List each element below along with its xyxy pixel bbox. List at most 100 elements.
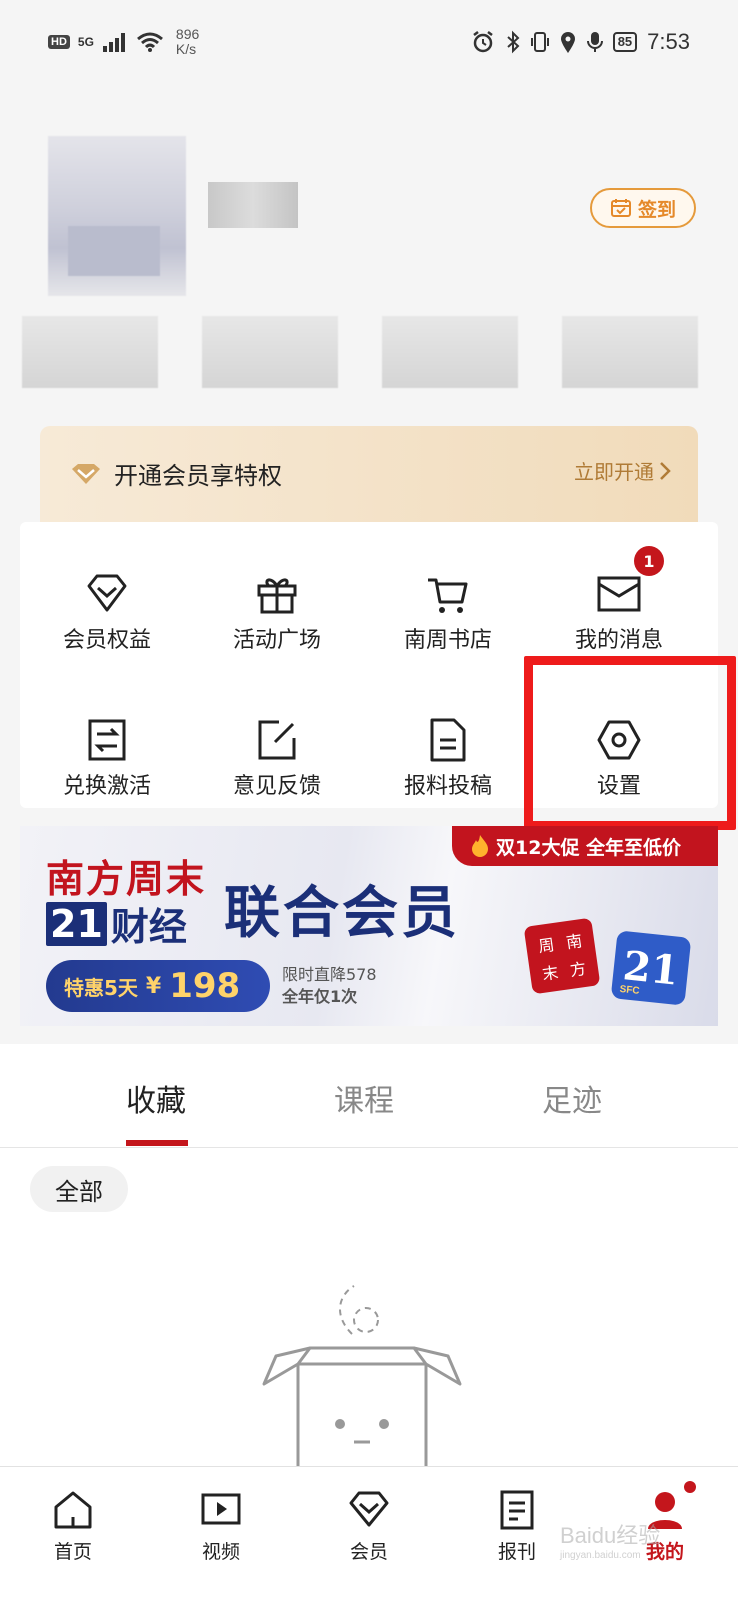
vip-activate-link[interactable]: 立即开通 (574, 456, 672, 485)
chevron-right-icon (660, 461, 671, 480)
exchange-icon (88, 719, 126, 761)
document-icon (430, 718, 466, 762)
avatar[interactable] (48, 136, 186, 296)
profile-notification-dot (684, 1481, 696, 1493)
price-label: 特惠5天 (64, 975, 138, 1000)
price-currency: ¥ (145, 973, 162, 999)
price-value: 198 (169, 966, 241, 1006)
shortcut-submit-tip[interactable]: 报料投稿 (361, 716, 535, 826)
username[interactable] (208, 182, 298, 228)
banner-promo-ribbon: 双12大促 全年至低价 (452, 826, 718, 866)
banner-price-pill: 特惠5天 ¥ 198 (46, 960, 270, 1012)
speed-unit: K/s (175, 41, 197, 57)
joint-membership-banner[interactable]: 双12大促 全年至低价 南方周末 21 财经 联合会员 特惠5天 ¥ 198 限… (20, 826, 718, 1026)
shortcut-label: 我的消息 (574, 628, 663, 653)
active-tab-indicator (126, 1140, 188, 1146)
content-tabs: 收藏 课程 足迹 (0, 1044, 738, 1148)
nav-video[interactable]: 视频 (176, 1489, 266, 1564)
shortcut-bookstore[interactable]: 南周书店 (361, 570, 535, 680)
shortcut-label: 兑换激活 (62, 774, 151, 799)
home-icon (54, 1491, 92, 1529)
diamond-icon (87, 574, 127, 612)
watermark: Baidu经验 jingyan.baidu.com (560, 1518, 660, 1561)
logo-char: 方 (568, 958, 588, 980)
video-icon (201, 1493, 241, 1525)
nav-label: 报刊 (497, 1541, 536, 1563)
nav-newspaper[interactable]: 报刊 (472, 1489, 562, 1564)
bluetooth-icon (507, 30, 520, 54)
shortcut-feedback[interactable]: 意见反馈 (190, 716, 364, 826)
nfzm-logo: 周 南 末 方 (523, 917, 601, 995)
nav-label: 视频 (201, 1541, 240, 1563)
shortcut-redeem[interactable]: 兑换激活 (20, 716, 194, 826)
watermark-sub: jingyan.baidu.com (560, 1550, 641, 1561)
hd-indicator: HD (48, 35, 70, 49)
watermark-main: Baidu经验 (560, 1523, 661, 1548)
stat-item[interactable] (22, 316, 158, 388)
stat-item[interactable] (382, 316, 518, 388)
profile-stats (22, 316, 698, 390)
banner-note: 限时直降578 全年仅1次 (282, 964, 377, 1008)
calendar-icon (610, 199, 631, 217)
checkin-label: 签到 (637, 198, 676, 221)
vip-promo-bar[interactable]: 开通会员享特权 立即开通 (40, 426, 698, 524)
network-type: 5G (77, 35, 94, 49)
nav-home[interactable]: 首页 (28, 1489, 118, 1564)
nav-label: 会员 (349, 1541, 388, 1563)
location-icon (560, 32, 575, 53)
mail-icon (597, 576, 641, 612)
checkin-button[interactable]: 签到 (590, 188, 696, 228)
clock: 7:53 (647, 29, 690, 54)
filter-chip-all[interactable]: 全部 (30, 1166, 128, 1212)
vip-diamond-icon (72, 463, 100, 484)
vip-promo-left: 开通会员享特权 (70, 456, 282, 491)
stat-item[interactable] (562, 316, 698, 388)
logo-char: 末 (541, 962, 560, 984)
shortcut-label: 南周书店 (403, 628, 492, 653)
signal-icon (102, 33, 125, 52)
diamond-icon (349, 1491, 389, 1527)
status-right: 85 7:53 (471, 29, 690, 55)
banner-note-line1: 限时直降578 (282, 965, 377, 984)
network-speed: 896 K/s (176, 27, 199, 57)
banner-title: 联合会员 (224, 881, 460, 946)
banner-21-number: 21 (46, 901, 107, 946)
edit-icon (258, 720, 296, 760)
logo-char: 南 (564, 931, 584, 953)
newspaper-icon (500, 1490, 534, 1530)
microphone-icon (586, 32, 603, 52)
vip-title: 开通会员享特权 (114, 462, 282, 490)
vibrate-icon (530, 32, 549, 52)
status-bar: HD 5G 896 K/s 85 7:53 (0, 0, 738, 84)
empty-box-illustration (262, 1285, 462, 1474)
tab-courses[interactable]: 课程 (334, 1076, 394, 1120)
shortcut-activity-square[interactable]: 活动广场 (190, 570, 364, 680)
stat-item[interactable] (202, 316, 338, 388)
shortcut-label: 意见反馈 (232, 774, 321, 799)
gift-icon (257, 578, 297, 614)
banner-21-text: 财经 (110, 905, 187, 949)
vip-action-label: 立即开通 (574, 460, 654, 484)
wifi-icon (136, 32, 163, 52)
shortcut-member-benefits[interactable]: 会员权益 (20, 570, 194, 680)
banner-promo-text: 双12大促 全年至低价 (496, 836, 682, 859)
flame-icon (472, 835, 488, 857)
alarm-icon (472, 31, 493, 53)
battery-icon: 85 (612, 32, 638, 52)
tab-favorites[interactable]: 收藏 (126, 1076, 186, 1120)
logo-char: 周 (537, 935, 556, 957)
status-left: HD 5G 896 K/s (48, 27, 199, 57)
shortcut-label: 报料投稿 (403, 774, 492, 799)
banner-brand-nfzm: 南方周末 (46, 857, 207, 901)
tab-footprints[interactable]: 足迹 (542, 1076, 602, 1120)
nav-membership[interactable]: 会员 (324, 1489, 414, 1564)
shortcut-label: 会员权益 (62, 628, 151, 653)
logo-21-sub: SFC (619, 983, 641, 997)
sfc-21-logo: 21 SFC (610, 930, 692, 1006)
banner-brand-21: 21 财经 (46, 896, 187, 951)
nav-label: 首页 (53, 1541, 92, 1563)
message-count-badge: 1 (634, 546, 664, 576)
banner-note-line2: 全年仅1次 (282, 987, 358, 1006)
cart-icon (428, 578, 468, 613)
shortcut-label: 活动广场 (232, 628, 321, 653)
